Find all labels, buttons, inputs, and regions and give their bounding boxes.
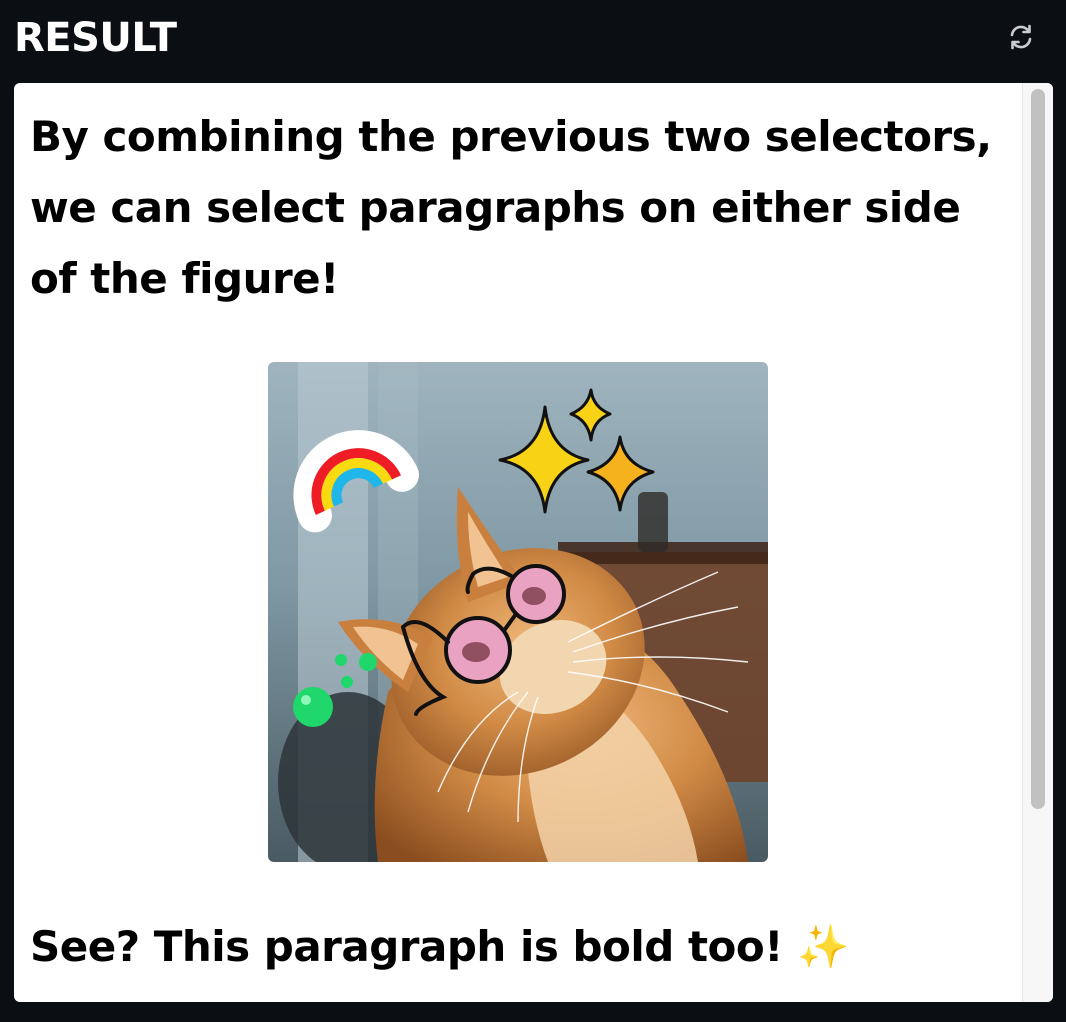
- paragraph-top: By combining the previous two selectors,…: [30, 112, 992, 303]
- result-panel: By combining the previous two selectors,…: [14, 83, 1053, 1002]
- result-header: RESULT: [0, 0, 1066, 82]
- paragraph-bottom: See? This paragraph is bold too! ✨: [30, 922, 849, 971]
- scrollbar-thumb[interactable]: [1031, 89, 1045, 809]
- result-content: By combining the previous two selectors,…: [14, 83, 1023, 1002]
- cat-figure: [268, 362, 768, 862]
- refresh-button[interactable]: [1004, 20, 1038, 54]
- result-frame: RESULT By combining the previous two sel…: [0, 0, 1066, 1022]
- vertical-scrollbar[interactable]: [1022, 83, 1053, 1002]
- cat-image: [268, 362, 768, 862]
- refresh-icon: [1010, 24, 1032, 50]
- result-title: RESULT: [14, 15, 177, 61]
